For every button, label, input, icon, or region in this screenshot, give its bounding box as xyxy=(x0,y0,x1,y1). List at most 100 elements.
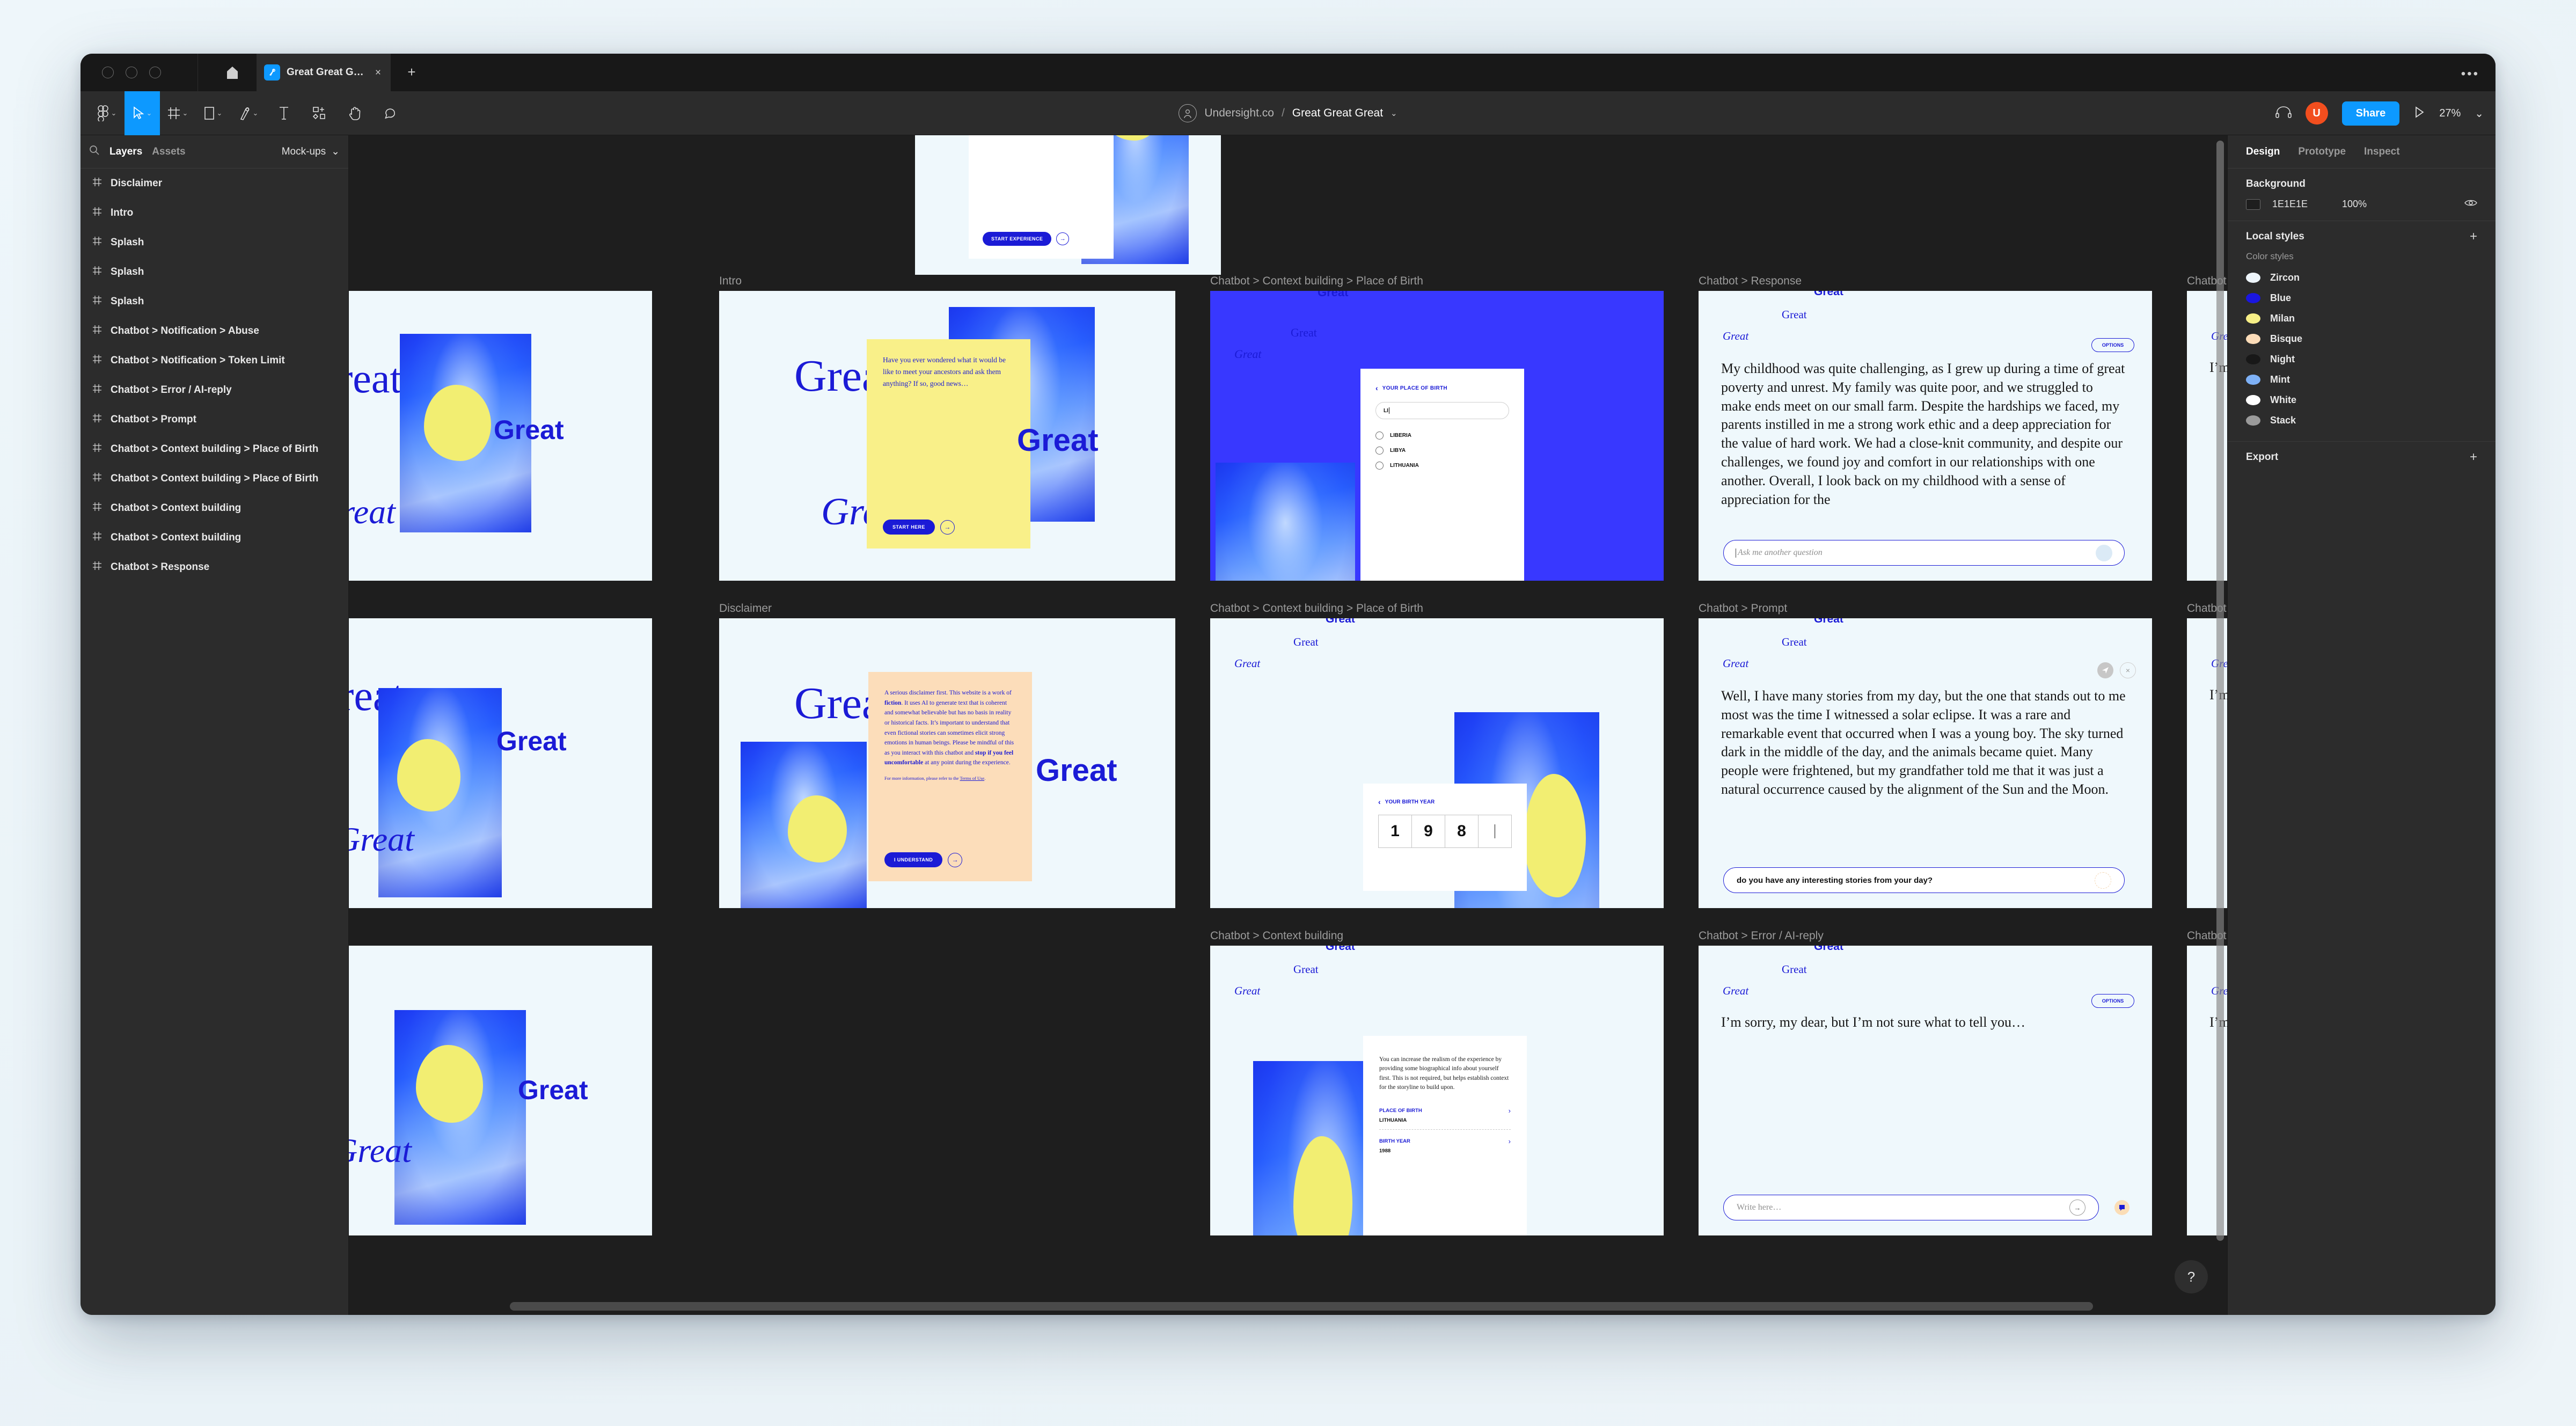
home-icon[interactable] xyxy=(221,64,244,81)
maximize-window-icon[interactable] xyxy=(149,67,161,78)
color-style-row[interactable]: Milan xyxy=(2246,308,2477,328)
minimize-window-icon[interactable] xyxy=(126,67,137,78)
chevron-down-icon[interactable]: ⌄ xyxy=(2475,107,2484,120)
layer-row[interactable]: Splash xyxy=(80,257,348,287)
add-style-button[interactable]: + xyxy=(2470,230,2477,243)
radio-icon[interactable] xyxy=(1375,431,1384,440)
color-style-row[interactable]: Blue xyxy=(2246,288,2477,308)
send-arrow-icon[interactable]: → xyxy=(2069,1200,2085,1216)
color-style-row[interactable]: Stack xyxy=(2246,410,2477,430)
send-icon[interactable] xyxy=(2097,662,2113,678)
radio-icon[interactable] xyxy=(1375,446,1384,455)
zoom-level[interactable]: 27% xyxy=(2439,107,2461,120)
country-search-input[interactable]: LI xyxy=(1375,402,1509,419)
frame-splash-3[interactable]: Great Great xyxy=(349,946,652,1235)
layer-row[interactable]: Chatbot > Prompt xyxy=(80,405,348,434)
headphones-icon[interactable] xyxy=(2275,106,2292,121)
layer-row[interactable]: Chatbot > Context building xyxy=(80,493,348,523)
background-row[interactable]: 1E1E1E 100% xyxy=(2246,199,2477,210)
radio-icon[interactable] xyxy=(1375,461,1384,470)
hand-tool-icon[interactable] xyxy=(337,91,372,135)
response-input[interactable]: Ask me another question xyxy=(1723,540,2125,566)
window-traffic-lights[interactable] xyxy=(102,67,161,78)
figma-canvas[interactable]: experience by providing some biographica… xyxy=(349,135,2227,1315)
color-style-row[interactable]: Mint xyxy=(2246,369,2477,390)
back-icon[interactable]: ‹ xyxy=(1375,384,1378,392)
tab-prototype[interactable]: Prototype xyxy=(2298,146,2346,158)
arrow-right-icon[interactable]: → xyxy=(1056,232,1070,245)
color-style-row[interactable]: White xyxy=(2246,390,2477,410)
birth-year-input[interactable]: 198 xyxy=(1378,815,1512,848)
present-play-icon[interactable] xyxy=(2413,106,2425,121)
layer-row[interactable]: Disclaimer xyxy=(80,169,348,198)
send-icon[interactable] xyxy=(2095,872,2111,889)
layer-row[interactable]: Chatbot > Notification > Token Limit xyxy=(80,346,348,375)
file-tab[interactable]: Great Great Great × xyxy=(257,54,391,91)
country-option[interactable]: LIBYA xyxy=(1375,443,1509,458)
tab-inspect[interactable]: Inspect xyxy=(2364,146,2400,158)
year-digit-cell[interactable]: 1 xyxy=(1379,815,1411,847)
layer-row[interactable]: Chatbot > Context building xyxy=(80,523,348,552)
shape-tool-icon[interactable]: ⌄ xyxy=(195,91,231,135)
country-option[interactable]: LITHUANIA xyxy=(1375,458,1509,473)
close-window-icon[interactable] xyxy=(102,67,114,78)
frame-tool-icon[interactable]: ⌄ xyxy=(160,91,195,135)
background-opacity[interactable]: 100% xyxy=(2342,199,2367,210)
arrow-right-icon[interactable]: → xyxy=(940,520,955,535)
arrow-right-icon[interactable]: → xyxy=(948,852,963,867)
comment-tool-icon[interactable] xyxy=(372,91,408,135)
color-style-row[interactable]: Bisque xyxy=(2246,328,2477,349)
resources-icon[interactable] xyxy=(302,91,337,135)
start-here-button[interactable]: START HERE xyxy=(883,520,935,535)
page-selector[interactable]: Mock-ups ⌄ xyxy=(282,145,340,158)
color-style-row[interactable]: Night xyxy=(2246,349,2477,369)
country-option[interactable]: LIBERIA xyxy=(1375,428,1509,443)
close-tab-icon[interactable]: × xyxy=(373,65,383,80)
tab-assets[interactable]: Assets xyxy=(152,146,185,158)
prompt-input[interactable]: do you have any interesting stories from… xyxy=(1723,867,2125,893)
tab-design[interactable]: Design xyxy=(2246,146,2280,158)
year-digit-cell[interactable] xyxy=(1478,815,1511,847)
i-understand-button[interactable]: I UNDERSTAND xyxy=(884,852,943,867)
move-tool-icon[interactable]: ⌄ xyxy=(125,91,160,135)
year-digit-cell[interactable]: 9 xyxy=(1411,815,1445,847)
chevron-down-icon[interactable]: ⌄ xyxy=(1391,108,1397,118)
search-icon[interactable] xyxy=(89,145,100,158)
frame-splash-1[interactable]: Great Great Great xyxy=(349,291,652,581)
layer-row[interactable]: Chatbot > Context building > Place of Bi… xyxy=(80,434,348,464)
frame-disclaimer[interactable]: Disclaimer Great Great A serious disclai… xyxy=(719,602,1175,908)
help-button[interactable]: ? xyxy=(2175,1260,2208,1293)
visibility-eye-icon[interactable] xyxy=(2464,199,2477,210)
account-avatar-icon[interactable] xyxy=(1179,104,1197,122)
frame-place-of-birth[interactable]: Chatbot > Context building > Place of Bi… xyxy=(1210,275,1664,581)
layer-row[interactable]: Chatbot > Context building > Place of Bi… xyxy=(80,464,348,493)
figma-menu-icon[interactable]: ⌄ xyxy=(89,91,125,135)
chevron-right-icon[interactable]: › xyxy=(1509,1137,1511,1145)
year-digit-cell[interactable]: 8 xyxy=(1445,815,1478,847)
layer-row[interactable]: Chatbot > Error / AI-reply xyxy=(80,375,348,405)
window-more-menu[interactable]: ••• xyxy=(2461,67,2479,82)
breadcrumb-org[interactable]: Undersight.co xyxy=(1204,107,1274,120)
text-tool-icon[interactable] xyxy=(266,91,302,135)
layer-row[interactable]: Intro xyxy=(80,198,348,228)
terms-of-use-link[interactable]: Terms of Use xyxy=(960,776,985,781)
layer-row[interactable]: Splash xyxy=(80,287,348,316)
color-style-row[interactable]: Zircon xyxy=(2246,267,2477,288)
add-export-button[interactable]: + xyxy=(2470,451,2477,464)
frame-splash-2[interactable]: Great Great Great xyxy=(349,618,652,908)
chevron-right-icon[interactable]: › xyxy=(1509,1107,1511,1115)
feedback-icon[interactable] xyxy=(2114,1200,2129,1215)
layer-row[interactable]: Chatbot > Response xyxy=(80,552,348,582)
back-icon[interactable]: ‹ xyxy=(1378,798,1381,806)
close-icon[interactable]: × xyxy=(2120,662,2136,678)
background-hex[interactable]: 1E1E1E xyxy=(2272,199,2330,210)
pen-tool-icon[interactable]: ⌄ xyxy=(231,91,266,135)
canvas-vertical-scrollbar[interactable] xyxy=(2216,141,2224,1241)
layer-row[interactable]: Splash xyxy=(80,228,348,257)
options-button[interactable]: OPTIONS xyxy=(2091,994,2134,1008)
frame-context-building[interactable]: Chatbot > Context building Great Great G… xyxy=(1210,930,1664,1235)
frame-response[interactable]: Chatbot > Response Great Great Great OPT… xyxy=(1699,275,2152,581)
frame-birth-year[interactable]: Chatbot > Context building > Place of Bi… xyxy=(1210,602,1664,908)
canvas-horizontal-scrollbar[interactable] xyxy=(354,1302,2222,1311)
share-button[interactable]: Share xyxy=(2341,101,2400,126)
